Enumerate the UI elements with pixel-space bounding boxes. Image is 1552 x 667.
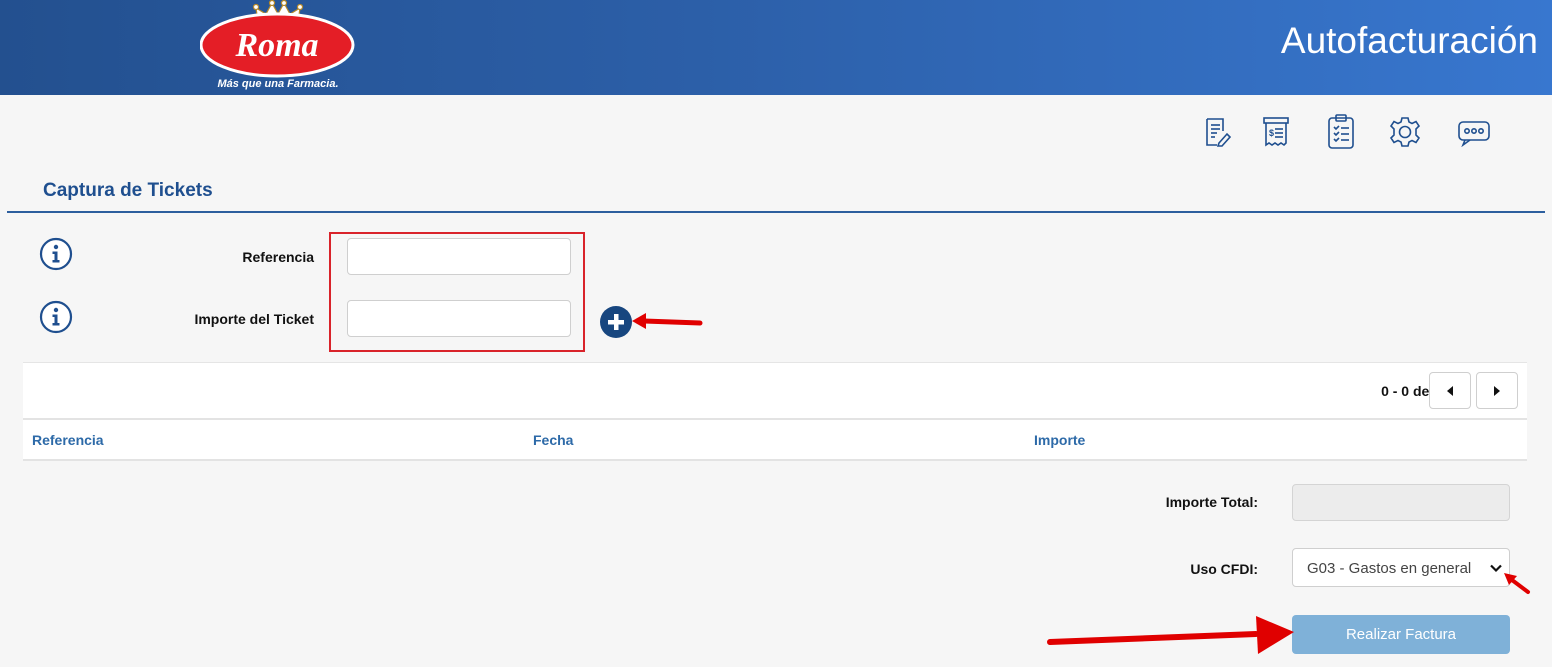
column-header-referencia[interactable]: Referencia (32, 432, 104, 448)
annotation-arrow (632, 313, 703, 329)
info-icon[interactable] (39, 237, 73, 271)
section-title: Captura de Tickets (43, 180, 213, 201)
roma-logo[interactable]: Roma Más que una Farmacia. (200, 0, 355, 92)
importe-label: Importe del Ticket (194, 311, 314, 327)
info-icon[interactable] (39, 300, 73, 334)
tickets-table: 0 - 0 de 0 Referencia Fecha Importe (23, 362, 1527, 461)
section-divider (7, 211, 1545, 213)
toolbar: $ (0, 113, 1552, 153)
realizar-factura-button[interactable]: Realizar Factura (1292, 615, 1510, 654)
prev-page-button[interactable] (1429, 372, 1471, 409)
next-page-button[interactable] (1476, 372, 1518, 409)
input-highlight-box (329, 232, 585, 352)
caret-right-icon (1494, 385, 1500, 396)
referencia-label: Referencia (242, 249, 314, 265)
edit-document-icon[interactable] (1198, 113, 1236, 151)
app-header: Roma Más que una Farmacia. Autofacturaci… (0, 0, 1552, 95)
uso-cfdi-label: Uso CFDI: (1190, 561, 1258, 577)
table-bottom-border (23, 459, 1527, 461)
svg-text:Roma: Roma (234, 27, 318, 64)
app-title: Autofacturación (1280, 20, 1538, 61)
uso-cfdi-selected-value: G03 - Gastos en general (1307, 560, 1472, 577)
checklist-icon[interactable] (1322, 113, 1360, 151)
annotation-arrow (1504, 573, 1530, 594)
settings-icon[interactable] (1386, 113, 1424, 151)
importe-total-label: Importe Total: (1165, 494, 1258, 510)
column-header-importe[interactable]: Importe (1034, 432, 1085, 448)
table-divider (23, 418, 1527, 420)
svg-text:$: $ (1269, 128, 1274, 138)
receipt-icon[interactable]: $ (1257, 113, 1295, 151)
svg-text:Más que una Farmacia.: Más que una Farmacia. (217, 78, 338, 90)
annotation-arrow (1047, 616, 1294, 654)
uso-cfdi-select[interactable]: G03 - Gastos en general (1292, 548, 1510, 587)
column-header-fecha[interactable]: Fecha (533, 432, 573, 448)
importe-total-field (1292, 484, 1510, 521)
chat-icon[interactable] (1455, 113, 1493, 151)
caret-left-icon (1447, 385, 1453, 396)
